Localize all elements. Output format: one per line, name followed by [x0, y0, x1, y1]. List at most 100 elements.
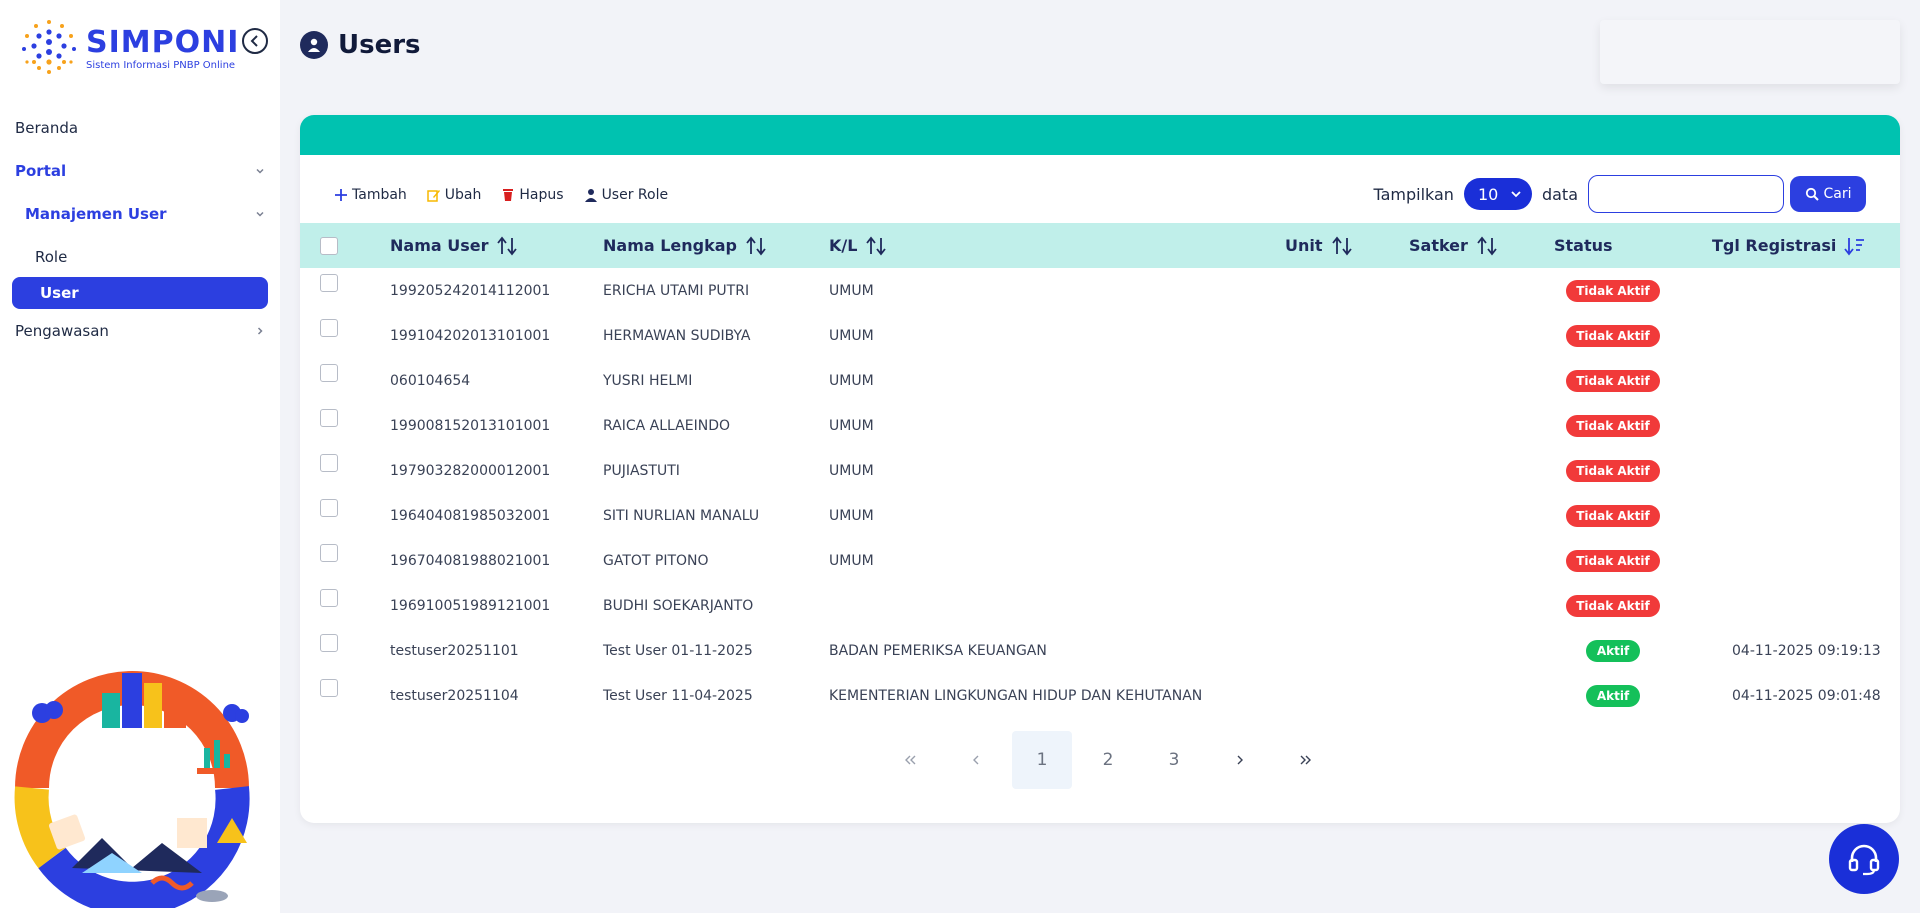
edit-icon [427, 190, 440, 202]
delete-button[interactable]: Hapus [501, 187, 564, 203]
users-table: Nama User Nama Lengkap K/L Unit Satker S… [300, 223, 1900, 718]
column-header-nama-lengkap[interactable]: Nama Lengkap [603, 223, 767, 268]
table-row[interactable]: 199008152013101001 RAICA ALLAEINDO UMUM Tid… [300, 403, 1900, 448]
page-button-1[interactable]: 1 [1012, 731, 1072, 789]
page-title: Users [338, 30, 421, 60]
table-row[interactable]: testuser20251104 Test User 11-04-2025 KEME… [300, 673, 1900, 718]
sort-icon [1477, 236, 1497, 255]
cell-user: 196910051989121001 [390, 597, 551, 614]
add-button[interactable]: Tambah [334, 187, 407, 203]
cell-name: Test User 01-11-2025 [603, 642, 753, 659]
user-role-label: User Role [601, 187, 669, 203]
sidebar-item-role[interactable]: Role [0, 239, 280, 275]
sidebar-item-label: Pengawasan [15, 322, 109, 340]
sidebar-item-label: Beranda [15, 119, 79, 137]
page-button-2[interactable]: 2 [1078, 731, 1138, 789]
sort-icon [1331, 236, 1352, 255]
chevrons-left-icon [905, 755, 916, 765]
sidebar-item-beranda[interactable]: Beranda [0, 110, 280, 146]
page-button-3[interactable]: 3 [1144, 731, 1204, 789]
status-badge: Tidak Aktif [1566, 594, 1660, 617]
sidebar-item-label: Role [35, 248, 68, 266]
collapse-sidebar-button[interactable] [242, 28, 268, 54]
cell-user: 199205242014112001 [390, 282, 551, 299]
row-checkbox[interactable] [320, 588, 338, 607]
row-checkbox[interactable] [320, 678, 338, 697]
column-header-label: Satker [1409, 236, 1468, 255]
sidebar-item-portal[interactable]: Portal [0, 153, 280, 189]
page-size-select[interactable]: 10 [1463, 178, 1532, 210]
cell-kl: BADAN PEMERIKSA KEUANGAN [829, 642, 1047, 659]
row-checkbox[interactable] [320, 543, 338, 562]
delete-label: Hapus [519, 187, 564, 203]
table-row[interactable]: 197903282000012001 PUJIASTUTI UMUM Tidak Ak… [300, 448, 1900, 493]
table-header-row: Nama User Nama Lengkap K/L Unit Satker S… [300, 223, 1900, 268]
sidebar-item-manajemen-user[interactable]: Manajemen User [0, 196, 280, 232]
sort-descending-icon [1844, 237, 1865, 255]
table-row[interactable]: 196910051989121001 BUDHI SOEKARJANTO Tidak… [300, 583, 1900, 628]
sidebar-nav: Beranda Portal Manajemen User Role User … [0, 110, 280, 349]
column-header-label: Unit [1285, 236, 1323, 255]
simponi-logo-icon [18, 18, 80, 80]
column-header-satker[interactable]: Satker [1409, 223, 1498, 268]
column-header-nama-user[interactable]: Nama User [390, 223, 518, 268]
brand-logo[interactable]: SIMPONI Sistem Informasi PNBP Online [18, 18, 248, 80]
row-checkbox[interactable] [320, 453, 338, 472]
chevron-right-icon [257, 327, 263, 335]
first-page-button[interactable] [880, 731, 940, 789]
sidebar-item-pengawasan[interactable]: Pengawasan [0, 313, 280, 349]
status-badge: Tidak Aktif [1566, 279, 1660, 302]
column-header-label: Tgl Registrasi [1712, 236, 1837, 255]
cell-name: PUJIASTUTI [603, 462, 680, 479]
status-badge: Tidak Aktif [1566, 459, 1660, 482]
row-checkbox[interactable] [320, 318, 338, 337]
table-row[interactable]: 060104654 YUSRI HELMI UMUM Tidak Aktif [300, 358, 1900, 403]
cell-name: YUSRI HELMI [603, 372, 693, 389]
sort-icon [497, 236, 518, 255]
select-all-checkbox[interactable] [320, 236, 338, 255]
search-input[interactable] [1588, 175, 1784, 213]
column-header-status: Status [1554, 223, 1613, 268]
table-row[interactable]: 199205242014112001 ERICHA UTAMI PUTRI UMUM… [300, 268, 1900, 313]
prev-page-button[interactable] [946, 731, 1006, 789]
table-row[interactable]: testuser20251101 Test User 01-11-2025 BADA… [300, 628, 1900, 673]
table-body: 199205242014112001 ERICHA UTAMI PUTRI UMUM… [300, 268, 1900, 718]
table-row[interactable]: 196704081988021001 GATOT PITONO UMUM Tidak … [300, 538, 1900, 583]
column-header-label: Nama User [390, 236, 489, 255]
user-icon [584, 189, 597, 202]
cell-user: 196704081988021001 [390, 552, 551, 569]
search-button[interactable]: Cari [1790, 176, 1866, 212]
edit-button[interactable]: Ubah [427, 187, 481, 203]
cell-name: BUDHI SOEKARJANTO [603, 597, 754, 614]
column-header-label: Status [1554, 236, 1613, 255]
row-checkbox[interactable] [320, 363, 338, 382]
cell-name: HERMAWAN SUDIBYA [603, 327, 751, 344]
row-checkbox[interactable] [320, 408, 338, 427]
row-checkbox[interactable] [320, 498, 338, 517]
column-header-kl[interactable]: K/L [829, 223, 887, 268]
row-checkbox[interactable] [320, 273, 338, 292]
sidebar-item-user[interactable]: User [12, 277, 268, 309]
last-page-button[interactable] [1276, 731, 1336, 789]
help-support-button[interactable] [1829, 824, 1899, 894]
add-label: Tambah [352, 187, 407, 203]
cell-kl: UMUM [829, 282, 874, 299]
cell-user: 197903282000012001 [390, 462, 551, 479]
cell-kl: UMUM [829, 327, 874, 344]
plus-icon [335, 189, 347, 201]
show-label: Tampilkan [1373, 184, 1454, 204]
sidebar-item-label: User [40, 284, 79, 302]
table-row[interactable]: 196404081985032001 SITI NURLIAN MANALU UMU… [300, 493, 1900, 538]
next-page-button[interactable] [1210, 731, 1270, 789]
user-role-button[interactable]: User Role [584, 187, 669, 203]
row-checkbox[interactable] [320, 633, 338, 652]
sort-icon [746, 236, 766, 255]
column-header-unit[interactable]: Unit [1285, 223, 1353, 268]
cell-name: SITI NURLIAN MANALU [603, 507, 760, 524]
headset-icon [1848, 844, 1880, 876]
table-row[interactable]: 199104202013101001 HERMAWAN SUDIBYA UMUM Ti… [300, 313, 1900, 358]
cell-kl: UMUM [829, 507, 874, 524]
column-header-tgl-registrasi[interactable]: Tgl Registrasi [1712, 223, 1866, 268]
card-header-band [300, 115, 1900, 155]
search-button-label: Cari [1823, 186, 1852, 202]
